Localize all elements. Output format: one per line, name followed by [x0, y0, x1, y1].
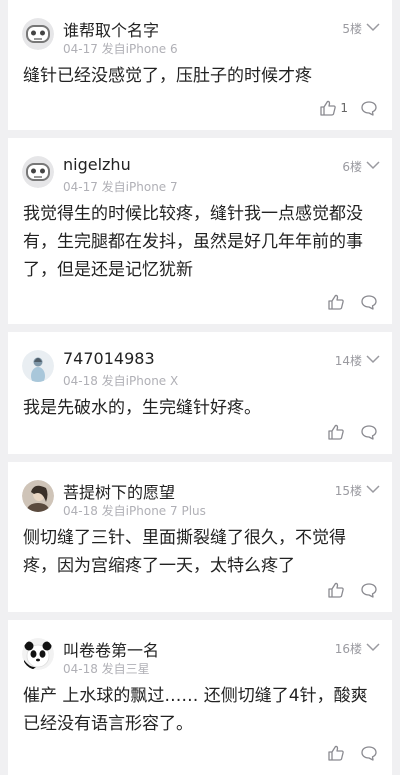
username[interactable]: nigelzhu [63, 155, 131, 174]
thumbs-up-icon [328, 294, 344, 310]
comment-actions [327, 422, 378, 442]
comment-card: 菩提树下的愿望 04-18 发自iPhone 7 Plus 15楼 侧切缝了三针… [8, 462, 392, 612]
comment-text: 催产 上水球的飘过…… 还侧切缝了4针，酸爽已经没有语言形容了。 [23, 686, 368, 734]
like-button[interactable] [327, 423, 348, 441]
photo-avatar-icon[interactable] [22, 480, 54, 512]
comment-text: 侧切缝了三针、里面撕裂缝了很久，不觉得疼，因为宫缩疼了一天，太特么疼了 [23, 528, 346, 576]
comment-actions: 1 [319, 98, 378, 118]
chevron-down-icon[interactable] [366, 22, 380, 32]
comment-bubble-icon[interactable] [360, 99, 378, 117]
robot-avatar-icon[interactable] [22, 156, 54, 188]
comment-card: 747014983 04-18 发自iPhone X 14楼 我是先破水的，生完… [8, 332, 392, 454]
post-meta: 04-17 发自iPhone 6 [63, 42, 178, 56]
like-button[interactable] [327, 581, 348, 599]
comment-card: nigelzhu 04-17 发自iPhone 7 6楼 我觉得生的时候比较疼，… [8, 138, 392, 324]
comment-text: 缝针已经没感觉了，压肚子的时候才疼 [23, 66, 312, 86]
comment-bubble-icon[interactable] [360, 744, 378, 762]
robot-avatar-icon[interactable] [22, 18, 54, 50]
floor-number: 15楼 [334, 484, 362, 498]
comment-bubble-icon[interactable] [360, 423, 378, 441]
floor-number: 6楼 [342, 160, 362, 174]
like-button[interactable] [327, 293, 348, 311]
post-meta: 04-17 发自iPhone 7 [63, 180, 178, 194]
floor-number: 16楼 [334, 642, 362, 656]
thumbs-up-icon [320, 100, 337, 116]
comment-bubble-icon[interactable] [360, 581, 378, 599]
chevron-down-icon[interactable] [366, 642, 380, 652]
like-button[interactable]: 1 [319, 99, 348, 117]
floor-number: 5楼 [342, 22, 362, 36]
comment-bubble-icon[interactable] [360, 293, 378, 311]
comment-card: 叫卷卷第一名 04-18 发自三星 16楼 催产 上水球的飘过…… 还侧切缝了4… [8, 620, 392, 775]
username[interactable]: 谁帮取个名字 [63, 17, 159, 41]
floor-number: 14楼 [334, 354, 362, 368]
comment-actions [327, 743, 378, 763]
like-count: 1 [340, 101, 348, 115]
like-button[interactable] [327, 744, 348, 762]
chevron-down-icon[interactable] [366, 354, 380, 364]
post-meta: 04-18 发自三星 [63, 662, 150, 676]
comment-text: 我是先破水的，生完缝针好疼。 [23, 398, 261, 418]
comment-card: 谁帮取个名字 04-17 发自iPhone 6 5楼 缝针已经没感觉了，压肚子的… [8, 0, 392, 130]
photo-avatar-icon[interactable] [22, 350, 54, 382]
chevron-down-icon[interactable] [366, 160, 380, 170]
username[interactable]: 菩提树下的愿望 [63, 479, 175, 503]
post-meta: 04-18 发自iPhone 7 Plus [63, 504, 206, 518]
thumbs-up-icon [328, 424, 344, 440]
thumbs-up-icon [328, 745, 344, 761]
panda-avatar-icon[interactable] [22, 638, 54, 670]
username[interactable]: 叫卷卷第一名 [63, 637, 159, 661]
comment-actions [327, 292, 378, 312]
comment-text: 我觉得生的时候比较疼，缝针我一点感觉都没有，生完腿都在发抖，虽然是好几年年前的事… [23, 204, 363, 280]
post-meta: 04-18 发自iPhone X [63, 374, 179, 388]
username[interactable]: 747014983 [63, 349, 155, 368]
thumbs-up-icon [328, 582, 344, 598]
comment-actions [327, 580, 378, 600]
chevron-down-icon[interactable] [366, 484, 380, 494]
